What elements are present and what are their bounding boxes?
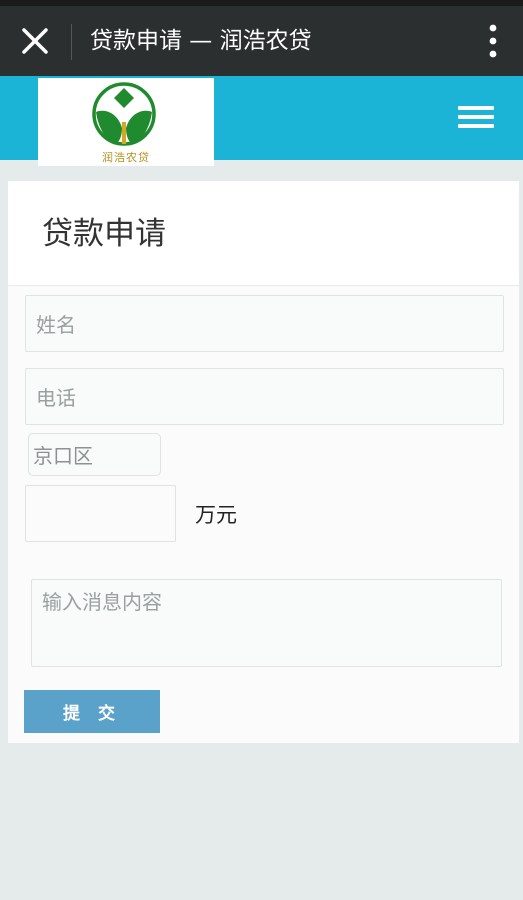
logo-text: 润浩农贷 bbox=[102, 151, 150, 164]
message-textarea[interactable]: 输入消息内容 bbox=[31, 579, 502, 667]
hamburger-menu-icon-bar bbox=[458, 115, 494, 119]
amount-input[interactable] bbox=[25, 485, 176, 542]
loan-form: 姓名 电话 京口区 万元 输入消息内容 提 交 bbox=[8, 286, 519, 743]
more-button[interactable] bbox=[485, 22, 501, 60]
hamburger-menu-icon-bar bbox=[458, 124, 494, 128]
menu-button[interactable] bbox=[458, 106, 494, 132]
amount-unit-label: 万元 bbox=[195, 503, 237, 527]
close-button[interactable] bbox=[18, 24, 52, 58]
webview-titlebar: 贷款申请 — 润浩农贷 bbox=[0, 6, 523, 76]
logo-emblem-icon bbox=[92, 82, 156, 146]
site-header: 润浩农贷 bbox=[0, 76, 523, 166]
phone-input[interactable]: 电话 bbox=[25, 368, 504, 425]
submit-button[interactable]: 提 交 bbox=[24, 690, 160, 733]
district-select[interactable]: 京口区 bbox=[28, 433, 161, 476]
close-icon bbox=[22, 28, 48, 54]
form-card-header: 贷款申请 bbox=[8, 181, 519, 285]
page-title: 贷款申请 — 润浩农贷 bbox=[90, 28, 312, 54]
logo[interactable]: 润浩农贷 bbox=[38, 78, 214, 166]
titlebar-divider bbox=[71, 24, 72, 60]
name-input[interactable]: 姓名 bbox=[25, 295, 504, 352]
more-vertical-icon bbox=[489, 24, 497, 58]
hamburger-menu-icon bbox=[458, 106, 494, 110]
form-heading: 贷款申请 bbox=[42, 216, 166, 252]
